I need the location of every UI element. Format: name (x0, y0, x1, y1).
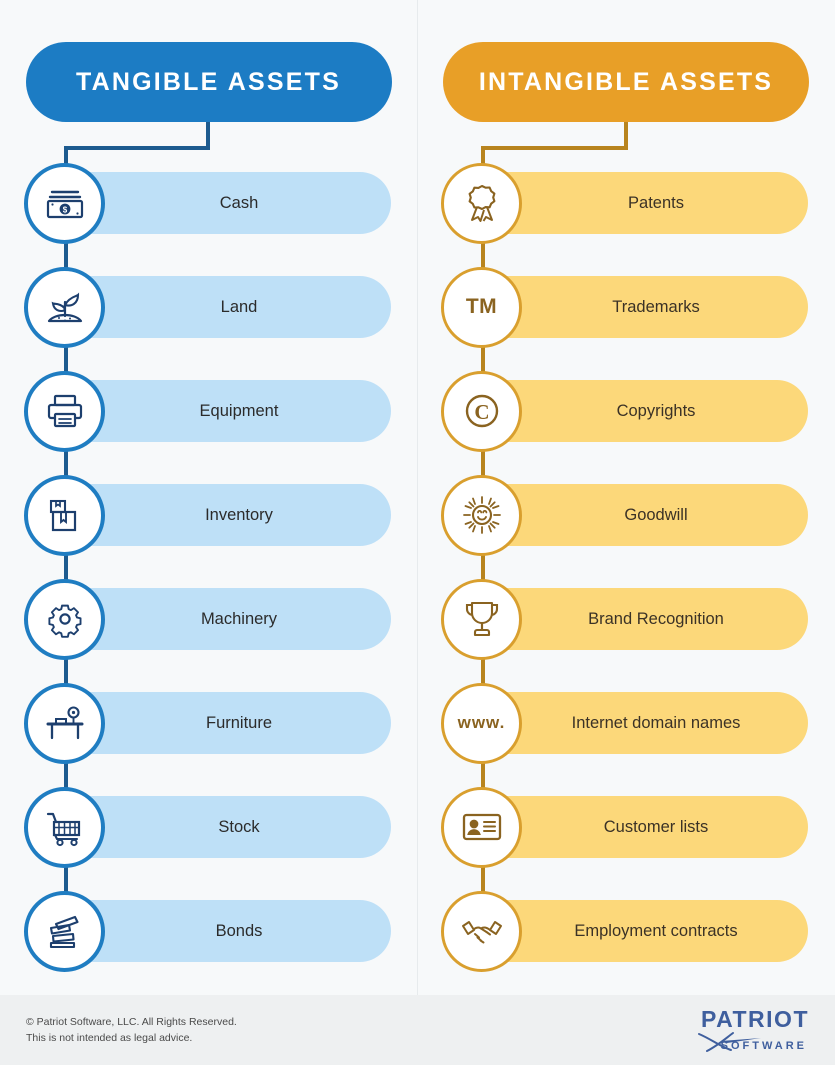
header-pill-intangible[interactable]: INTANGIBLE ASSETS (443, 42, 809, 122)
printer-icon (47, 394, 82, 428)
item-icon-circle[interactable] (441, 578, 522, 660)
footer-text: © Patriot Software, LLC. All Rights Rese… (26, 1014, 237, 1047)
www-text-icon: www. (457, 713, 506, 732)
list-item[interactable]: Machinery (0, 567, 417, 723)
list-item[interactable]: Inventory (0, 463, 417, 619)
desk-lamp-icon (46, 706, 83, 740)
id-card-icon (462, 813, 501, 841)
rows-intangible: Patents Trademarks TM Copyrights C Goodw… (417, 151, 835, 983)
list-item[interactable]: Brand Recognition (417, 567, 835, 723)
item-label: Equipment (199, 401, 279, 420)
item-icon-circle[interactable] (441, 786, 522, 868)
item-label: Brand Recognition (588, 609, 724, 628)
handshake-icon (461, 921, 502, 944)
item-label: Machinery (200, 609, 278, 628)
item-icon-circle[interactable] (441, 162, 522, 244)
list-item[interactable]: Furniture (0, 671, 417, 827)
item-label: Inventory (205, 505, 273, 524)
list-item[interactable]: Bonds (0, 879, 417, 983)
header-title-intangible: INTANGIBLE ASSETS (478, 67, 774, 96)
gear-icon (47, 604, 81, 638)
sprout-soil-icon (47, 292, 82, 323)
item-label: Copyrights (616, 401, 696, 420)
column-tangible: TANGIBLE ASSETS Cash $ Land Equipment In… (0, 0, 417, 995)
list-item[interactable]: Employment contracts (417, 879, 835, 983)
item-icon-circle[interactable]: www. (441, 682, 522, 764)
copyright-icon: C (465, 394, 498, 428)
item-icon-circle[interactable] (24, 474, 105, 556)
item-icon-circle[interactable] (24, 786, 105, 868)
logo-wordmark: PATRIOT (700, 1006, 809, 1032)
award-ribbon-icon (468, 184, 495, 222)
column-intangible: INTANGIBLE ASSETS Patents Trademarks TM … (417, 0, 835, 995)
item-icon-circle[interactable] (24, 890, 105, 972)
item-label: Internet domain names (571, 713, 741, 732)
list-item[interactable]: Customer lists (417, 775, 835, 931)
list-item[interactable]: Land (0, 255, 417, 411)
money-bill-icon: $ (46, 190, 83, 219)
list-item[interactable]: Copyrights C (417, 359, 835, 515)
swoosh-bird-icon (697, 1032, 761, 1052)
box-icon (49, 499, 76, 532)
infographic-page: TANGIBLE ASSETS Cash $ Land Equipment In… (0, 0, 835, 1065)
list-item[interactable]: Equipment (0, 359, 417, 515)
item-icon-circle[interactable]: C (441, 370, 522, 452)
item-label: Goodwill (624, 505, 688, 524)
item-icon-circle[interactable] (441, 474, 522, 556)
list-item[interactable]: Goodwill (417, 463, 835, 619)
item-label: Furniture (205, 713, 273, 732)
footer: © Patriot Software, LLC. All Rights Rese… (0, 995, 835, 1065)
trophy-icon (465, 601, 498, 637)
item-icon-circle[interactable] (24, 682, 105, 764)
list-item[interactable]: Cash $ (0, 151, 417, 307)
svg-text:C: C (474, 400, 489, 424)
list-item[interactable]: Stock (0, 775, 417, 931)
disclaimer-line: This is not intended as legal advice. (26, 1032, 193, 1044)
patriot-software-logo[interactable]: PATRIOT SOFTWARE (697, 1006, 809, 1052)
list-item[interactable]: Trademarks TM (417, 255, 835, 411)
item-label: Stock (218, 817, 260, 836)
item-label: Bonds (215, 921, 263, 940)
item-label: Patents (628, 193, 684, 212)
copyright-line: © Patriot Software, LLC. All Rights Rese… (26, 1015, 237, 1028)
item-label: Employment contracts (574, 921, 738, 940)
item-label: Land (220, 297, 258, 316)
item-icon-circle[interactable]: $ (24, 162, 105, 244)
smiling-sun-icon (462, 496, 501, 534)
list-item[interactable]: Internet domain names www. (417, 671, 835, 827)
item-icon-circle[interactable] (24, 578, 105, 660)
header-title-tangible: TANGIBLE ASSETS (76, 67, 341, 96)
list-item[interactable]: Patents (417, 151, 835, 307)
item-icon-circle[interactable] (24, 370, 105, 452)
item-label: Cash (219, 193, 259, 212)
rows-tangible: Cash $ Land Equipment Inventory Machiner… (0, 151, 417, 983)
item-label: Trademarks (612, 297, 700, 316)
columns-container: TANGIBLE ASSETS Cash $ Land Equipment In… (0, 0, 835, 995)
item-icon-circle[interactable] (441, 890, 522, 972)
item-icon-circle[interactable]: TM (441, 266, 522, 348)
certificates-icon (49, 915, 79, 949)
svg-text:$: $ (62, 206, 67, 215)
tm-text-icon: TM (465, 295, 498, 318)
item-icon-circle[interactable] (24, 266, 105, 348)
header-pill-tangible[interactable]: TANGIBLE ASSETS (25, 42, 392, 122)
shopping-cart-icon (46, 812, 80, 847)
item-label: Customer lists (603, 817, 709, 836)
